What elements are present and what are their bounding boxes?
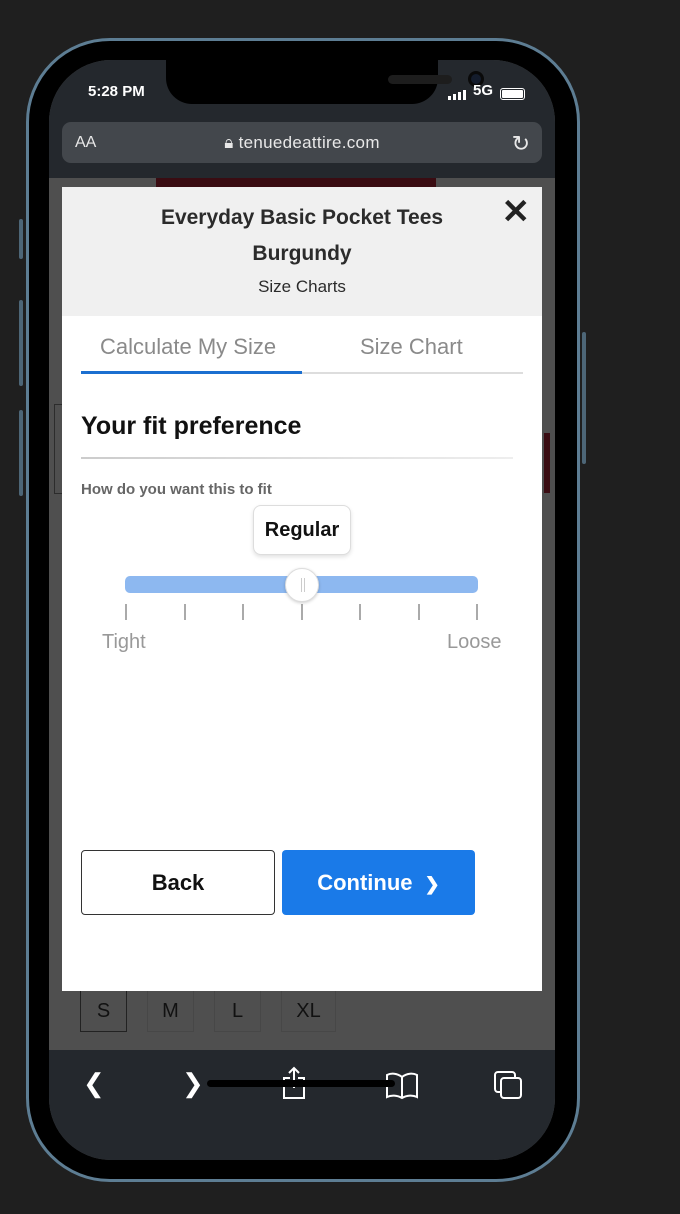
forward-icon[interactable]: ❯ — [182, 1068, 204, 1099]
product-image — [156, 178, 436, 187]
volume-down-button — [19, 410, 23, 496]
continue-button[interactable]: Continue ❯ — [282, 850, 475, 915]
lock-icon: 🔒︎ — [224, 133, 234, 152]
tab-size-chart[interactable]: Size Chart — [360, 334, 463, 360]
modal-header: Everyday Basic Pocket Tees Burgundy Size… — [62, 187, 542, 316]
slider-tick — [300, 604, 303, 620]
back-button[interactable]: Back — [81, 850, 275, 915]
tab-bar: Calculate My Size Size Chart — [81, 327, 523, 374]
browser-toolbar: ❮ ❯ — [49, 1050, 555, 1160]
power-button — [582, 332, 586, 464]
mute-switch — [19, 219, 23, 259]
size-option[interactable]: M — [147, 990, 194, 1032]
reload-icon[interactable]: ↻ — [512, 131, 530, 157]
clock: 5:28 PM — [88, 83, 145, 100]
product-color: Burgundy — [252, 242, 352, 265]
tab-calculate-my-size[interactable]: Calculate My Size — [100, 334, 276, 360]
signal-icon — [448, 90, 466, 100]
size-option[interactable]: L — [214, 990, 261, 1032]
chevron-right-icon: ❯ — [424, 874, 440, 894]
tabs-icon[interactable] — [493, 1070, 523, 1100]
slider-tick — [359, 604, 361, 620]
modal-caption: Size Charts — [258, 277, 346, 296]
continue-label: Continue — [317, 870, 413, 895]
volume-up-button — [19, 300, 23, 386]
battery-icon — [500, 88, 525, 100]
back-icon[interactable]: ❮ — [83, 1068, 105, 1099]
section-heading: Your fit preference — [81, 412, 302, 440]
fit-question: How do you want this to fit — [81, 481, 272, 498]
size-selector: S M L XL — [80, 990, 336, 1032]
status-bar: 5:28 PM 5G AA 🔒︎ tenuedeattire.com ↻ — [49, 60, 555, 178]
divider — [81, 457, 513, 459]
product-thumbnail — [544, 433, 550, 493]
slider-tick — [125, 604, 127, 620]
size-option[interactable]: XL — [281, 990, 336, 1032]
size-chart-modal: Everyday Basic Pocket Tees Burgundy Size… — [62, 187, 542, 991]
close-icon[interactable]: ✕ — [502, 195, 531, 229]
active-tab-indicator — [81, 371, 302, 374]
slider-tick — [183, 604, 186, 620]
url-text[interactable]: tenuedeattire.com — [239, 133, 380, 152]
size-option[interactable]: S — [80, 990, 127, 1032]
slider-max-label: Loose — [447, 631, 502, 653]
page-element — [54, 404, 62, 494]
notch — [166, 60, 484, 104]
product-title: Everyday Basic Pocket Tees — [160, 206, 444, 229]
network-label: 5G — [472, 82, 493, 99]
slider-min-label: Tight — [102, 631, 146, 653]
slider-tick — [242, 604, 244, 620]
fit-slider-thumb[interactable] — [284, 568, 319, 602]
home-indicator[interactable] — [207, 1080, 395, 1087]
slider-tick — [476, 604, 478, 620]
address-bar[interactable]: AA 🔒︎ tenuedeattire.com ↻ — [62, 122, 542, 163]
slider-value-tooltip: Regular — [253, 505, 351, 555]
slider-tick — [417, 604, 420, 620]
